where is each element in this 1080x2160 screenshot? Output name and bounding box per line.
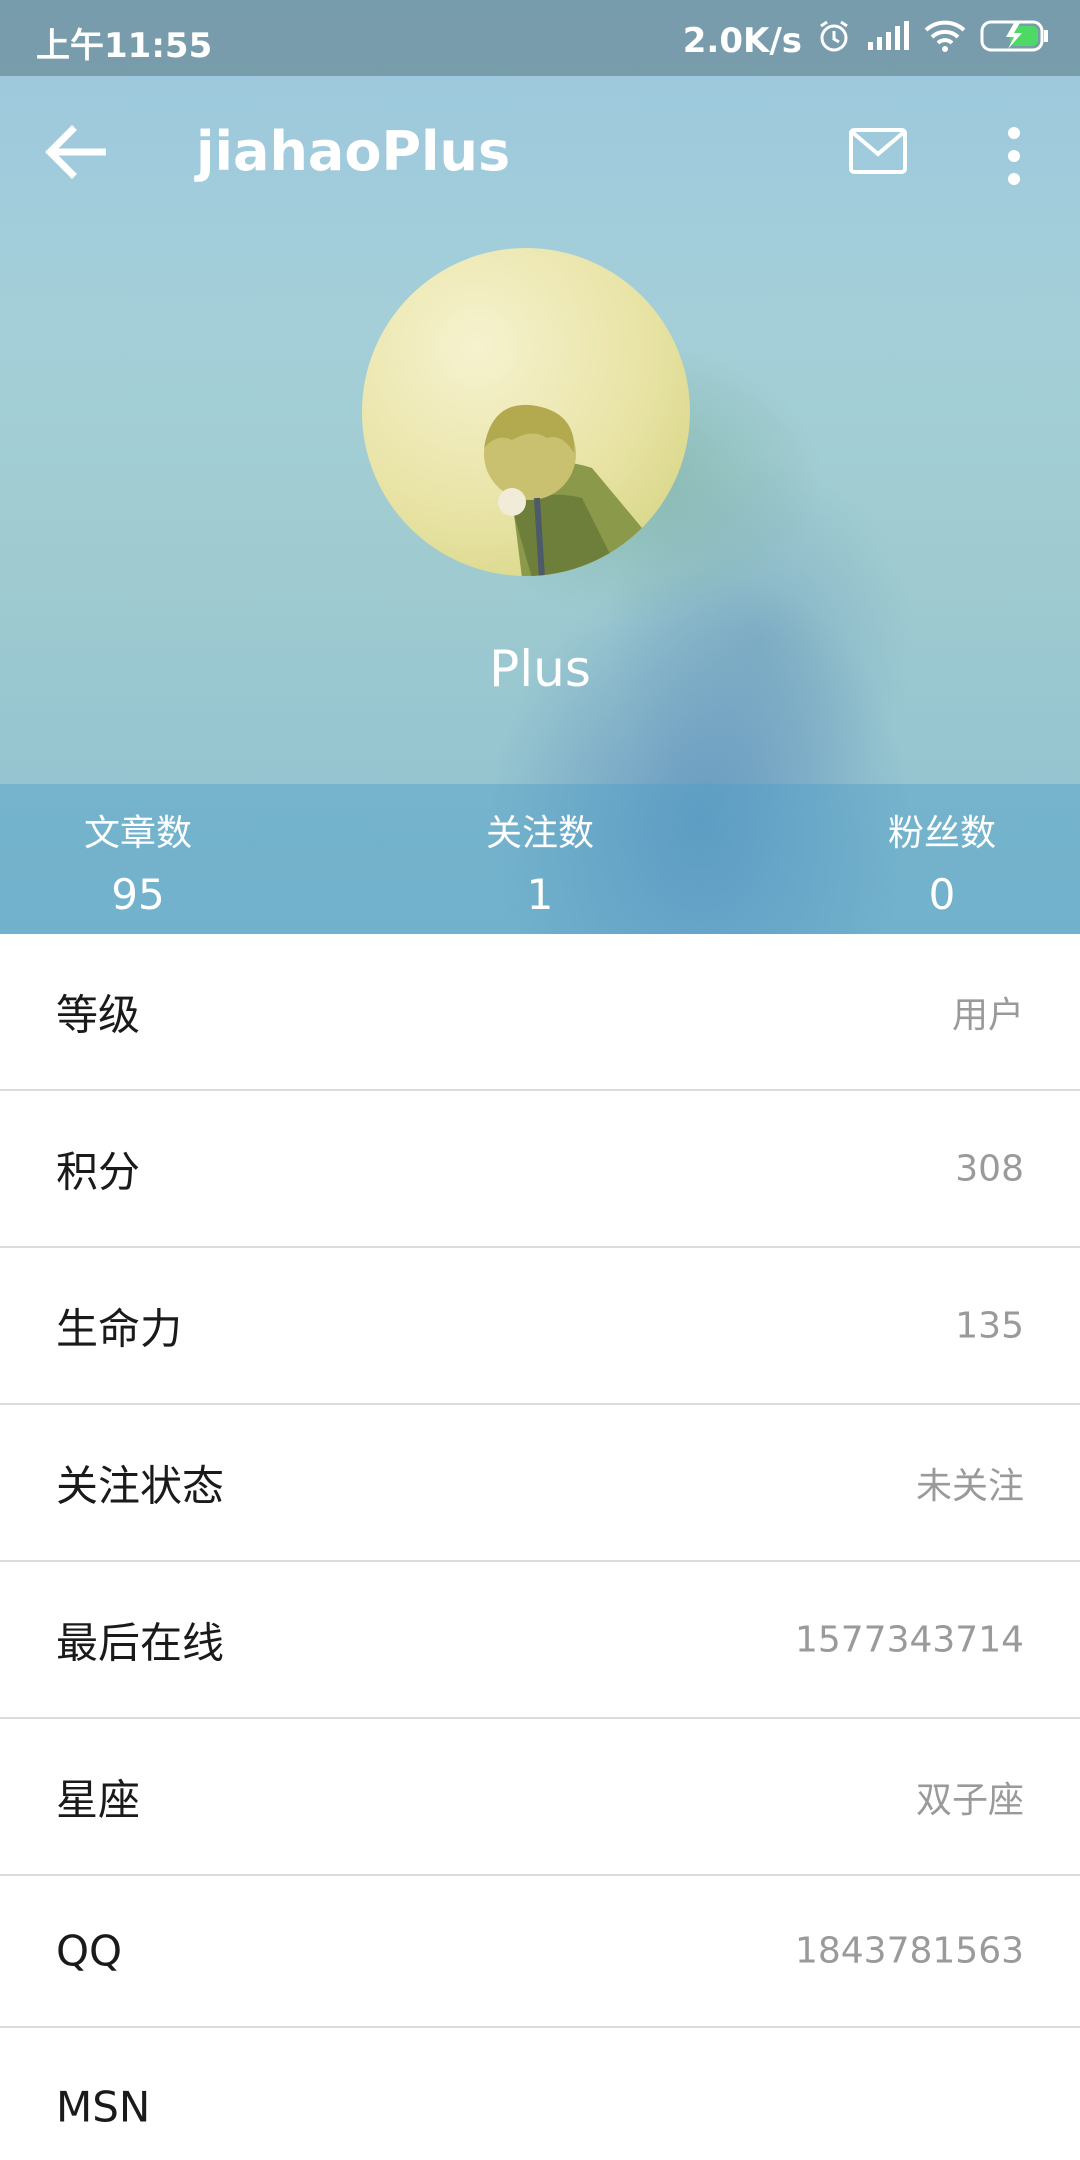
info-value: 1577343714 bbox=[794, 1619, 1024, 1660]
toolbar: jiahaoPlus bbox=[0, 76, 1080, 236]
stats-bar: 文章数 95 关注数 1 粉丝数 0 bbox=[0, 784, 1080, 934]
page-title: jiahaoPlus bbox=[196, 120, 511, 183]
signal-icon bbox=[866, 20, 910, 61]
profile-header: 上午11:55 2.0K/s jiahaoPlus Plus 文章数 95 关注… bbox=[0, 0, 1080, 934]
info-value: 1843781563 bbox=[794, 1930, 1024, 1972]
status-bar: 上午11:55 2.0K/s bbox=[0, 0, 1080, 76]
info-row-qq[interactable]: QQ 1843781563 bbox=[0, 1876, 1080, 2028]
status-time: 上午11:55 bbox=[36, 26, 213, 66]
info-key: 最后在线 bbox=[56, 1618, 225, 1667]
alarm-icon bbox=[816, 18, 852, 63]
info-value: 135 bbox=[955, 1305, 1024, 1346]
info-value: 双子座 bbox=[915, 1779, 1024, 1821]
network-speed: 2.0K/s bbox=[682, 20, 802, 61]
info-list: 等级 用户 积分 308 生命力 135 关注状态 未关注 最后在线 15773… bbox=[0, 934, 1080, 2160]
info-key: 生命力 bbox=[56, 1304, 183, 1353]
info-value: 308 bbox=[955, 1148, 1024, 1189]
info-key: QQ bbox=[56, 1926, 123, 1976]
info-key: 星座 bbox=[56, 1775, 141, 1824]
stat-fans[interactable]: 粉丝数 0 bbox=[822, 804, 1062, 919]
info-row-vitality[interactable]: 生命力 135 bbox=[0, 1248, 1080, 1405]
status-indicators: 2.0K/s bbox=[683, 18, 1050, 63]
info-key: 关注状态 bbox=[56, 1461, 225, 1510]
mail-icon[interactable] bbox=[848, 126, 918, 186]
stat-label: 文章数 bbox=[83, 813, 192, 854]
stat-articles[interactable]: 文章数 95 bbox=[18, 804, 258, 919]
info-row-zodiac[interactable]: 星座 双子座 bbox=[0, 1719, 1080, 1876]
info-row-level[interactable]: 等级 用户 bbox=[0, 934, 1080, 1091]
info-value: 用户 bbox=[951, 994, 1024, 1036]
stat-following[interactable]: 关注数 1 bbox=[420, 804, 660, 919]
info-key: 等级 bbox=[56, 990, 141, 1039]
stat-label: 粉丝数 bbox=[887, 813, 996, 854]
info-value: 未关注 bbox=[915, 1465, 1024, 1507]
info-row-follow-status[interactable]: 关注状态 未关注 bbox=[0, 1405, 1080, 1562]
info-key: 积分 bbox=[56, 1147, 141, 1196]
profile-name: Plus bbox=[489, 640, 591, 698]
wifi-icon bbox=[924, 20, 966, 61]
stat-value: 1 bbox=[526, 870, 554, 919]
avatar[interactable] bbox=[362, 248, 690, 576]
more-vert-icon[interactable] bbox=[994, 116, 1034, 196]
back-arrow-icon[interactable] bbox=[40, 116, 120, 188]
info-row-msn[interactable]: MSN bbox=[0, 2028, 1080, 2160]
stat-value: 95 bbox=[111, 870, 165, 919]
stat-value: 0 bbox=[928, 870, 956, 919]
info-row-last-online[interactable]: 最后在线 1577343714 bbox=[0, 1562, 1080, 1719]
info-row-points[interactable]: 积分 308 bbox=[0, 1091, 1080, 1248]
battery-charging-icon bbox=[980, 19, 1050, 62]
info-key: MSN bbox=[56, 2082, 151, 2131]
stat-label: 关注数 bbox=[485, 813, 594, 854]
